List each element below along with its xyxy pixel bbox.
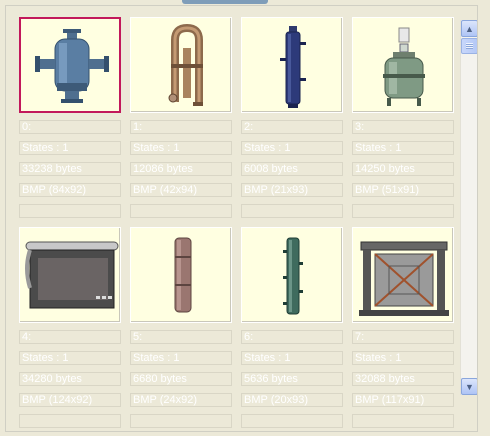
mixing-reactor-icon — [383, 27, 425, 106]
vertical-scrollbar[interactable]: ▲ ▼ — [460, 20, 477, 395]
tab-indicator — [182, 0, 268, 4]
item-extra — [19, 204, 121, 218]
item-states: States : 1 — [241, 351, 343, 365]
symbol-thumbnail[interactable] — [241, 227, 343, 323]
symbol-thumbnail[interactable] — [19, 227, 121, 323]
symbol-thumbnail[interactable] — [352, 17, 454, 113]
item-index: 5: — [130, 330, 232, 344]
item-format: BMP (42x94) — [130, 183, 232, 197]
item-size: 12086 bytes — [130, 162, 232, 176]
chevron-up-icon: ▲ — [465, 23, 474, 34]
u-tube-heat-exchanger-icon — [168, 23, 203, 106]
item-index: 6: — [241, 330, 343, 344]
item-extra — [19, 414, 121, 428]
item-states: States : 1 — [352, 351, 454, 365]
item-size: 6008 bytes — [241, 162, 343, 176]
storage-silo-icon — [174, 237, 192, 313]
item-size: 34280 bytes — [19, 372, 121, 386]
structural-frame-icon — [359, 241, 449, 316]
item-extra — [130, 204, 232, 218]
item-size: 32088 bytes — [352, 372, 454, 386]
item-index: 3: — [352, 120, 454, 134]
item-size: 14250 bytes — [352, 162, 454, 176]
furnace-box-icon — [25, 241, 119, 309]
item-format: BMP (24x92) — [130, 393, 232, 407]
item-states: States : 1 — [19, 141, 121, 155]
item-states: States : 1 — [352, 141, 454, 155]
item-format: BMP (21x93) — [241, 183, 343, 197]
item-index: 2: — [241, 120, 343, 134]
item-extra — [241, 414, 343, 428]
item-index: 0: — [19, 120, 121, 134]
item-format: BMP (84x92) — [19, 183, 121, 197]
symbol-thumbnail[interactable] — [130, 17, 232, 113]
scroll-down-button[interactable]: ▼ — [461, 378, 477, 395]
item-extra — [352, 204, 454, 218]
symbol-thumbnail[interactable] — [241, 17, 343, 113]
scroll-thumb[interactable] — [461, 38, 477, 54]
item-format: BMP (124x92) — [19, 393, 121, 407]
symbol-gallery-panel: 0: States : 1 33238 bytes BMP (84x92) 1:… — [5, 5, 478, 432]
chevron-down-icon: ▼ — [465, 381, 474, 392]
item-size: 6680 bytes — [130, 372, 232, 386]
item-extra — [130, 414, 232, 428]
symbol-thumbnail[interactable] — [19, 17, 121, 113]
item-index: 7: — [352, 330, 454, 344]
item-format: BMP (117x91) — [352, 393, 454, 407]
symbol-thumbnail[interactable] — [352, 227, 454, 323]
item-size: 5636 bytes — [241, 372, 343, 386]
item-size: 33238 bytes — [19, 162, 121, 176]
packed-column-icon — [283, 237, 303, 315]
item-states: States : 1 — [241, 141, 343, 155]
column-tower-icon — [280, 26, 306, 108]
item-format: BMP (51x91) — [352, 183, 454, 197]
symbol-thumbnail[interactable] — [130, 227, 232, 323]
separator-vessel-icon — [35, 29, 109, 103]
item-extra — [352, 414, 454, 428]
item-index: 4: — [19, 330, 121, 344]
item-extra — [241, 204, 343, 218]
item-states: States : 1 — [19, 351, 121, 365]
item-states: States : 1 — [130, 141, 232, 155]
item-format: BMP (20x93) — [241, 393, 343, 407]
item-index: 1: — [130, 120, 232, 134]
scroll-up-button[interactable]: ▲ — [461, 20, 477, 37]
item-states: States : 1 — [130, 351, 232, 365]
